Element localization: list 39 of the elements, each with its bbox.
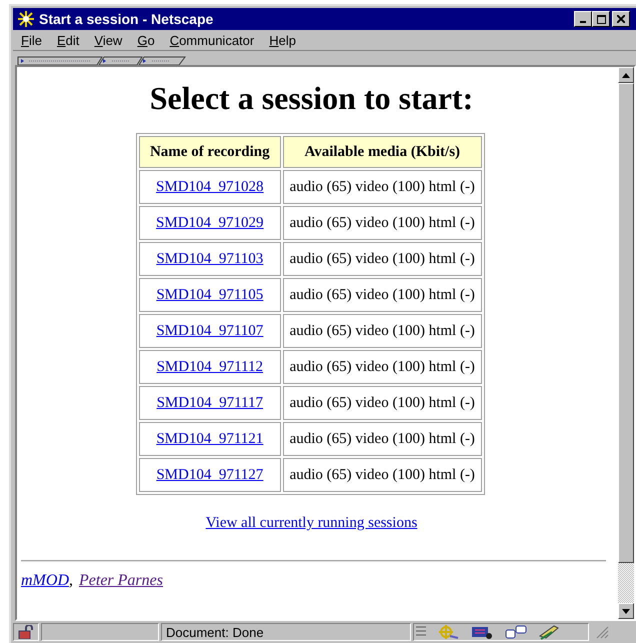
mailbox-icon[interactable] [470,624,494,640]
table-cell: audio (65) video (100) html (-) [282,170,482,204]
running-sessions-link[interactable]: View all currently running sessions [206,515,418,531]
menu-item[interactable]: Help [269,32,296,48]
table-cell: audio (65) video (100) html (-) [282,386,482,420]
maximize-button[interactable] [592,11,610,27]
table-cell: audio (65) video (100) html (-) [282,206,482,240]
menu-item[interactable]: View [94,32,122,48]
scrollbar[interactable] [618,67,634,619]
separator: , [69,572,73,589]
table-cell: audio (65) video (100) html (-) [282,458,482,492]
resize-grip-icon[interactable] [595,625,609,639]
navigator-icon[interactable] [436,624,460,640]
table-cell: audio (65) video (100) html (-) [282,242,482,276]
padlock-icon[interactable] [18,625,34,639]
menu-item[interactable]: File [21,32,42,48]
table-cell: audio (65) video (100) html (-) [282,350,482,384]
table-cell: audio (65) video (100) html (-) [282,422,482,456]
table-cell: audio (65) video (100) html (-) [282,314,482,348]
close-icon [617,15,625,23]
discussion-icon[interactable] [504,624,528,640]
menu-item[interactable]: Communicator [170,32,254,48]
window-title: Start a session - Netscape [39,11,214,27]
minimize-button[interactable] [574,11,592,27]
column-header: Available media (Kbit/s) [282,136,482,168]
up-arrow-icon [622,72,630,78]
star-icon [17,10,35,28]
menu-item[interactable]: Edit [56,32,80,48]
down-arrow-icon [622,608,630,614]
page-heading: Select a session to start: [150,80,474,117]
maximize-icon [596,14,606,24]
footer-link[interactable]: mMOD [21,572,69,589]
collapsed-toolbars-drawing[interactable] [17,56,187,66]
menu-item[interactable]: Go [137,32,155,48]
footer-link[interactable]: Peter Parnes [79,572,163,589]
close-button[interactable] [612,11,630,27]
status-text: Document: Done [166,624,264,640]
column-header: Name of recording [139,136,281,168]
table-cell: audio (65) video (100) html (-) [282,278,482,312]
